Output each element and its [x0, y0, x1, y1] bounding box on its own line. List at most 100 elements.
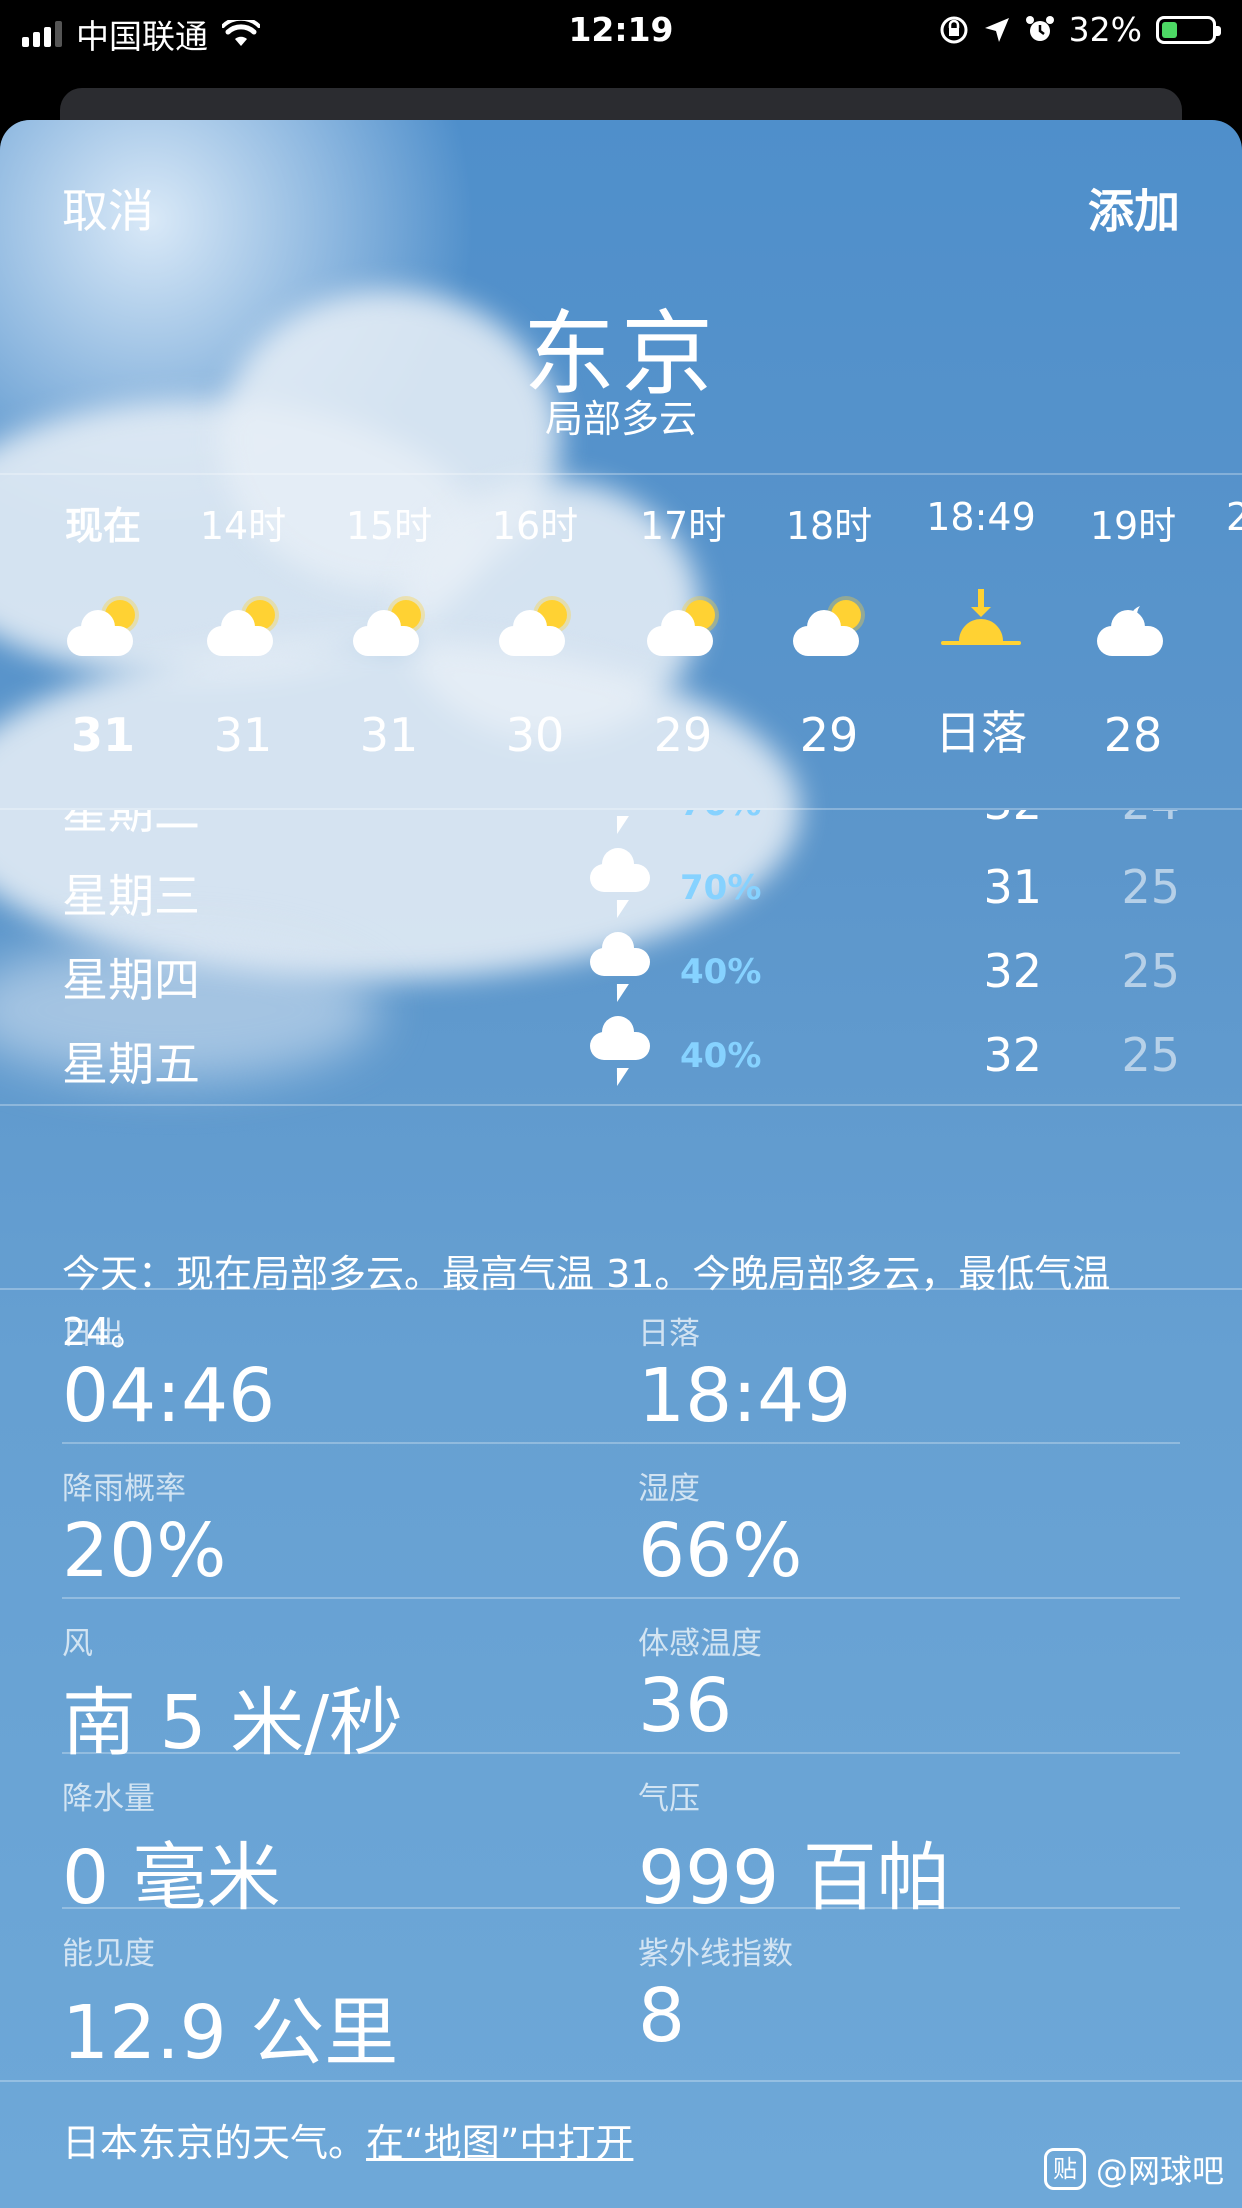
hour-label: 14时	[199, 504, 287, 548]
hourly-item: 2	[1226, 475, 1242, 539]
divider	[62, 1752, 1180, 1754]
day-name: 星期三	[62, 869, 200, 923]
humidity-detail: 湿度 66%	[638, 1463, 1158, 1594]
low-temperature: 25	[1121, 944, 1180, 998]
detail-label: 能见度	[62, 1936, 155, 1972]
hour-temperature: 31	[359, 708, 419, 762]
day-name: 星期四	[62, 953, 200, 1007]
detail-value: 20%	[62, 1508, 227, 1594]
hour-label: 17时	[639, 504, 727, 548]
hourly-item: 16时 30	[462, 475, 608, 762]
uv-index-detail: 紫外线指数 8	[638, 1928, 1158, 2059]
hour-temperature: 30	[505, 708, 565, 762]
detail-label: 紫外线指数	[638, 1936, 793, 1972]
precipitation-chance: 40%	[680, 952, 762, 992]
divider	[0, 1104, 1242, 1106]
hourly-forecast[interactable]: 现在 31 14时 31 15时 31 16时 30 17时 29 18时 29	[0, 475, 1242, 810]
add-button[interactable]: 添加	[1088, 175, 1180, 241]
weather-preview-sheet: 取消 添加 东京 局部多云 现在 31 14时 31 15时 31 16时 30…	[0, 120, 1242, 2208]
detail-value: 66%	[638, 1508, 803, 1594]
wind-detail: 风 南 5 米/秒	[62, 1618, 582, 1770]
partly-cloudy-day-icon	[789, 600, 869, 660]
high-temperature: 32	[983, 1028, 1042, 1082]
detail-label: 降雨概率	[62, 1471, 186, 1507]
partly-cloudy-day-icon	[495, 600, 575, 660]
footer: 日本东京的天气。在“地图”中打开	[62, 2112, 633, 2167]
detail-label: 体感温度	[638, 1626, 762, 1662]
detail-value: 18:49	[638, 1353, 852, 1439]
hour-temperature: 31	[213, 708, 273, 762]
precipitation-chance: 40%	[680, 1036, 762, 1076]
detail-value: 8	[638, 1973, 686, 2059]
current-condition: 局部多云	[544, 397, 697, 441]
visibility-detail: 能见度 12.9 公里	[62, 1928, 582, 2080]
sunrise-detail: 日出 04:46	[62, 1308, 582, 1439]
hour-label: 2	[1226, 495, 1242, 539]
hourly-item: 17时 29	[610, 475, 756, 762]
detail-label: 日出	[62, 1316, 124, 1352]
feels-like-detail: 体感温度 36	[638, 1618, 1158, 1749]
hour-label: 18时	[785, 504, 873, 548]
divider	[62, 1597, 1180, 1599]
battery-percentage: 32%	[1068, 10, 1142, 49]
hourly-item: 18:49 日落	[908, 475, 1054, 763]
partly-cloudy-day-icon	[349, 600, 429, 660]
thunderstorm-icon	[590, 1016, 654, 1094]
sunset-detail: 日落 18:49	[638, 1308, 1158, 1439]
cancel-button[interactable]: 取消	[62, 175, 154, 241]
battery-level	[1162, 21, 1178, 38]
partly-cloudy-day-icon	[63, 600, 143, 660]
alarm-icon	[1025, 15, 1054, 41]
partly-cloudy-day-icon	[203, 600, 283, 660]
location-arrow-icon	[984, 17, 1009, 42]
hour-temperature: 31	[70, 708, 135, 762]
partly-cloudy-day-icon	[643, 600, 723, 660]
battery-icon	[1156, 15, 1221, 44]
daily-forecast[interactable]: 星期二 70% 32 24 星期三 70% 31 25 星期四 40% 32 2…	[0, 810, 1242, 1225]
hour-temperature: 29	[653, 708, 713, 762]
divider	[62, 1442, 1180, 1444]
hourly-item: 现在 31	[30, 475, 176, 762]
daily-row: 星期四 40% 32 25	[0, 932, 1242, 1016]
thunderstorm-icon	[590, 932, 654, 1010]
divider	[0, 1288, 1242, 1290]
hour-label: 18:49	[926, 495, 1036, 539]
detail-value: 04:46	[62, 1353, 276, 1439]
hour-temperature: 28	[1103, 708, 1163, 762]
precipitation-chance: 70%	[680, 810, 761, 824]
day-name: 星期五	[62, 1037, 200, 1091]
hour-temperature: 29	[799, 708, 859, 762]
hour-label: 现在	[64, 504, 141, 548]
hourly-item: 18时 29	[756, 475, 902, 762]
hourly-item: 19时 28	[1060, 475, 1206, 762]
high-temperature: 32	[983, 810, 1042, 830]
precipitation-chance: 70%	[680, 868, 762, 908]
hourly-item: 15时 31	[316, 475, 462, 762]
rain-chance-detail: 降雨概率 20%	[62, 1463, 582, 1594]
precipitation-detail: 降水量 0 毫米	[62, 1773, 582, 1925]
low-temperature: 25	[1121, 860, 1180, 914]
pressure-detail: 气压 999 百帕	[638, 1773, 1158, 1925]
low-temperature: 25	[1121, 1028, 1180, 1082]
day-name: 星期二	[62, 810, 200, 839]
low-temperature: 24	[1121, 810, 1180, 830]
hour-label: 19时	[1089, 504, 1177, 548]
daily-row: 星期三 70% 31 25	[0, 848, 1242, 932]
sunset-icon	[941, 589, 1021, 649]
daily-row: 星期二 70% 32 24	[0, 810, 1242, 848]
detail-label: 湿度	[638, 1471, 700, 1507]
hourly-item: 14时 31	[170, 475, 316, 762]
hour-label: 15时	[345, 504, 433, 548]
thunderstorm-icon	[590, 848, 654, 926]
detail-label: 气压	[638, 1781, 700, 1817]
watermark: 贴 @网球吧	[1043, 2146, 1224, 2192]
hour-label: 16时	[491, 504, 579, 548]
open-in-maps-link[interactable]: 在“地图”中打开	[366, 2121, 633, 2165]
detail-label: 降水量	[62, 1781, 155, 1817]
footer-text: 日本东京的天气。	[62, 2121, 367, 2165]
high-temperature: 31	[983, 860, 1042, 914]
high-temperature: 32	[983, 944, 1042, 998]
status-bar: 中国联通 12:19 32%	[0, 0, 1242, 62]
detail-label: 日落	[638, 1316, 700, 1352]
watermark-text: @网球吧	[1095, 2152, 1224, 2190]
